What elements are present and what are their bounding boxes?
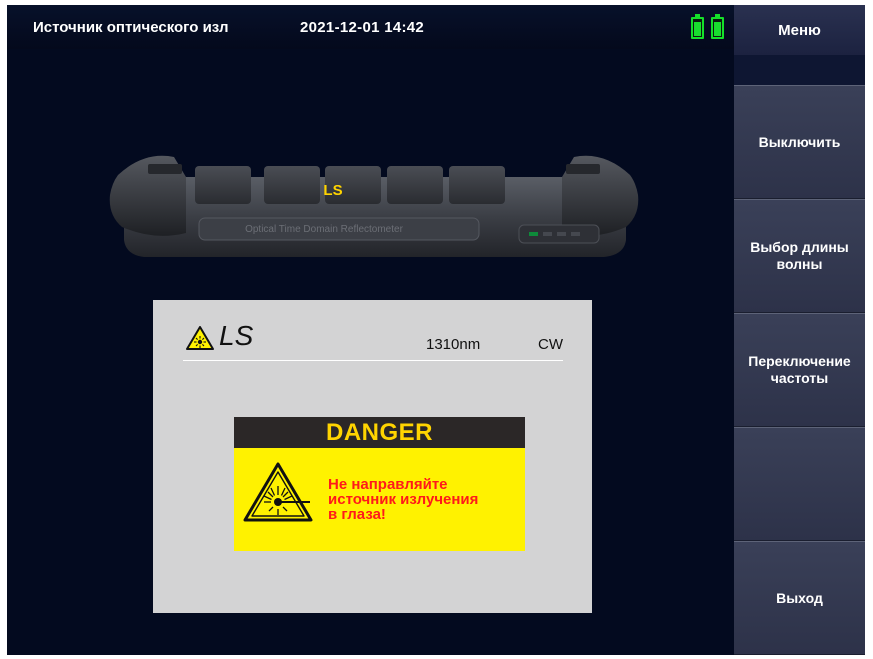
danger-message-line: в глаза!	[328, 506, 386, 523]
power-off-button[interactable]: Выключить	[734, 85, 865, 199]
light-source-panel: LS 1310nm CW DANGER Не направляйте источ…	[153, 300, 592, 613]
softkey-label: Выход	[776, 589, 823, 606]
menu-spacer	[734, 55, 865, 85]
wavelength-select-button[interactable]: Выбор длины волны	[734, 199, 865, 313]
danger-warning: DANGER Не направляйте источник излучения…	[234, 417, 525, 551]
empty-softkey[interactable]	[734, 427, 865, 541]
softkey-label: Переключение	[748, 353, 851, 369]
laser-warning-icon	[186, 326, 214, 350]
module-label: LS	[323, 182, 342, 199]
divider	[183, 360, 563, 361]
danger-message-line: источник излучения	[328, 491, 479, 508]
softkey-label: частоты	[770, 370, 829, 386]
battery-icon	[711, 14, 724, 39]
frequency-switch-button[interactable]: Переключение частоты	[734, 313, 865, 427]
laser-hazard-icon	[243, 462, 313, 522]
wavelength-value: 1310nm	[426, 336, 481, 353]
danger-message-line: Не направляйте	[328, 476, 448, 493]
mode-title: Источник оптического изл	[33, 19, 229, 36]
device-model-text: Optical Time Domain Reflectometer	[245, 224, 404, 235]
danger-heading: DANGER	[234, 417, 525, 448]
softkey-label: Выключить	[758, 133, 841, 150]
danger-message: Не направляйте источник излучения в глаз…	[328, 477, 478, 522]
light-source-title: LS	[219, 320, 254, 351]
exit-button[interactable]: Выход	[734, 541, 865, 655]
danger-body: Не направляйте источник излучения в глаз…	[234, 448, 525, 551]
battery-icon	[691, 14, 704, 39]
otdr-device-image: LS Optical Time Domain Reflectometer	[109, 155, 639, 257]
menu-button[interactable]: Меню	[734, 5, 865, 55]
softkey-label: волны	[776, 256, 823, 272]
instrument-screen: Источник оптического изл 2021-12-01 14:4…	[7, 5, 865, 655]
softkey-label: Выбор длины	[750, 239, 849, 255]
date-time: 2021-12-01 14:42	[300, 19, 425, 36]
softkey-panel: Меню Выключить Выбор длины волны Переключ…	[734, 5, 865, 655]
modulation-mode: CW	[538, 336, 563, 353]
status-bar: Источник оптического изл 2021-12-01 14:4…	[7, 5, 734, 49]
